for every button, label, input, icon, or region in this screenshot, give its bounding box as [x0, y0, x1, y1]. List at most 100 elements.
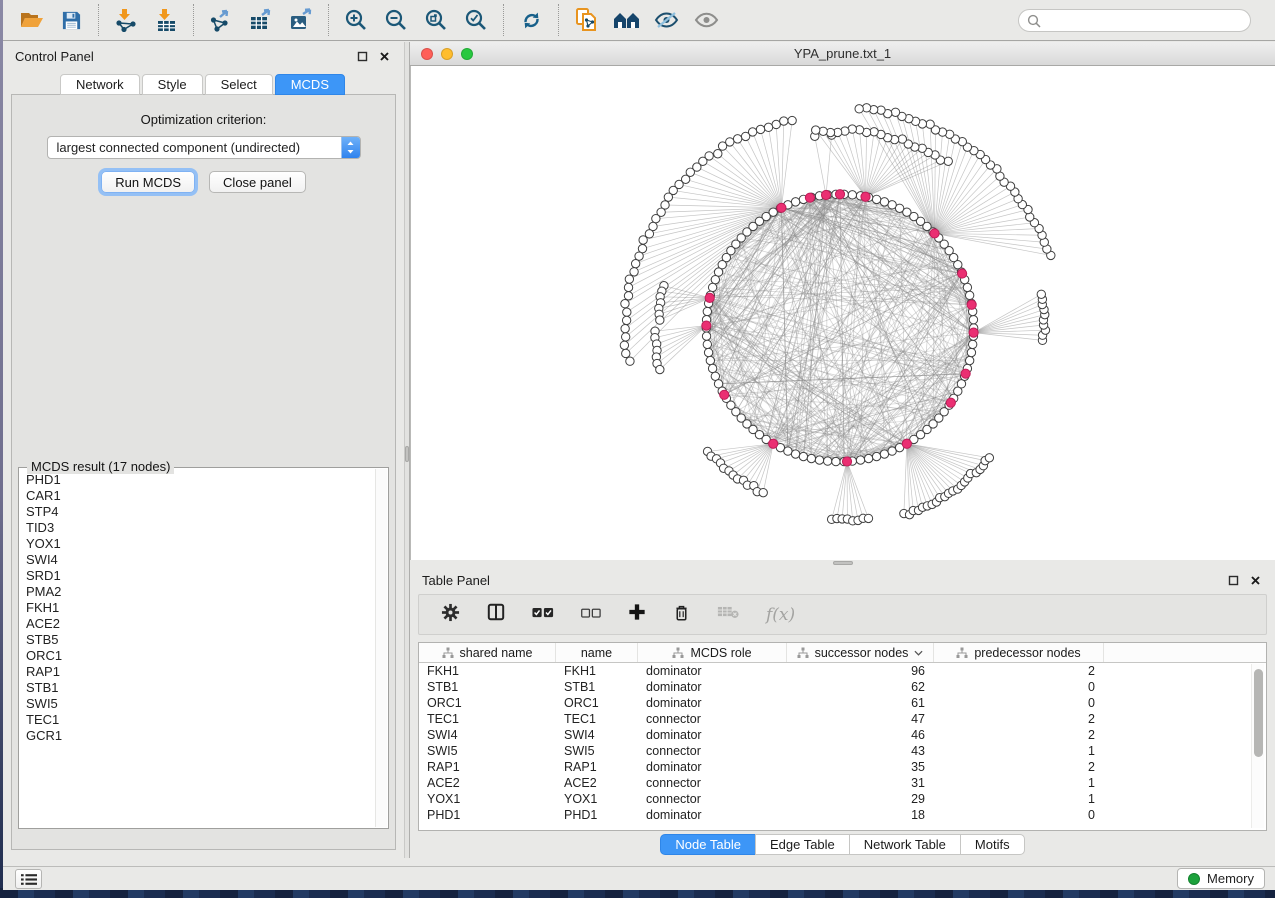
table-row[interactable]: FKH1FKH1dominator962 — [419, 663, 1266, 679]
table-cell: connector — [638, 792, 787, 806]
import-network-icon[interactable] — [106, 3, 146, 37]
list-item[interactable]: TEC1 — [26, 712, 375, 728]
import-table-icon[interactable] — [146, 3, 186, 37]
table-settings-icon[interactable] — [441, 603, 460, 627]
mcds-result-list[interactable]: PHD1CAR1STP4TID3YOX1SWI4SRD1PMA2FKH1ACE2… — [20, 472, 375, 827]
list-item[interactable]: STP4 — [26, 504, 375, 520]
list-item[interactable]: STB5 — [26, 632, 375, 648]
list-item[interactable]: YOX1 — [26, 536, 375, 552]
float-icon[interactable] — [1225, 572, 1241, 588]
refresh-icon[interactable] — [511, 3, 551, 37]
close-icon[interactable] — [1247, 572, 1263, 588]
list-item[interactable]: SRD1 — [26, 568, 375, 584]
tab-node-table[interactable]: Node Table — [660, 834, 756, 855]
tab-mcds[interactable]: MCDS — [275, 74, 345, 95]
memory-button[interactable]: Memory — [1177, 868, 1265, 889]
table-cell: YOX1 — [419, 792, 556, 806]
table-row[interactable]: RAP1RAP1dominator352 — [419, 759, 1266, 775]
table-cell: YOX1 — [556, 792, 638, 806]
list-item[interactable]: PMA2 — [26, 584, 375, 600]
table-cell: SWI4 — [419, 728, 556, 742]
list-item[interactable]: STB1 — [26, 680, 375, 696]
first-neighbors-icon[interactable] — [606, 3, 646, 37]
table-cell: 62 — [787, 680, 934, 694]
mcds-list-scrollbar[interactable] — [375, 469, 387, 827]
table-row[interactable]: TEC1TEC1connector472 — [419, 711, 1266, 727]
zoom-fit-icon[interactable] — [416, 3, 456, 37]
table-scrollbar-thumb[interactable] — [1254, 669, 1263, 757]
table-scrollbar[interactable] — [1251, 664, 1264, 828]
network-canvas[interactable] — [410, 66, 1275, 560]
float-icon[interactable] — [354, 48, 370, 64]
table-cell: dominator — [638, 664, 787, 678]
search-input[interactable] — [1041, 12, 1250, 30]
criterion-dropdown[interactable]: largest connected component (undirected) — [47, 136, 361, 159]
table-cell: 1 — [934, 744, 1104, 758]
table-row[interactable]: SWI5SWI5connector431 — [419, 743, 1266, 759]
task-history-button[interactable] — [15, 869, 42, 889]
column-header-predecessor-nodes[interactable]: predecessor nodes — [934, 643, 1104, 662]
tab-network[interactable]: Network — [60, 74, 140, 95]
list-item[interactable]: CAR1 — [26, 488, 375, 504]
list-item[interactable]: GCR1 — [26, 728, 375, 744]
table-row[interactable]: PHD1PHD1dominator180 — [419, 807, 1266, 823]
table-row[interactable]: ORC1ORC1dominator610 — [419, 695, 1266, 711]
network-window: YPA_prune.txt_1 — [410, 42, 1275, 560]
open-icon[interactable] — [11, 3, 51, 37]
list-item[interactable]: ORC1 — [26, 648, 375, 664]
table-cell: 0 — [934, 696, 1104, 710]
table-row[interactable]: YOX1YOX1connector291 — [419, 791, 1266, 807]
table-row[interactable]: STB1STB1dominator620 — [419, 679, 1266, 695]
table-cell: 2 — [934, 728, 1104, 742]
list-item[interactable]: SWI4 — [26, 552, 375, 568]
list-item[interactable]: TID3 — [26, 520, 375, 536]
export-network-icon[interactable] — [201, 3, 241, 37]
table-cell: dominator — [638, 680, 787, 694]
select-all-icon[interactable] — [532, 606, 554, 624]
network-titlebar[interactable]: YPA_prune.txt_1 — [410, 42, 1275, 66]
add-column-icon[interactable] — [628, 603, 646, 626]
column-header-name[interactable]: name — [556, 643, 638, 662]
show-columns-icon[interactable] — [487, 603, 505, 626]
close-icon[interactable] — [376, 48, 392, 64]
table-cell: dominator — [638, 760, 787, 774]
zoom-in-icon[interactable] — [336, 3, 376, 37]
tab-motifs[interactable]: Motifs — [960, 834, 1025, 855]
table-cell: SWI5 — [556, 744, 638, 758]
list-item[interactable]: FKH1 — [26, 600, 375, 616]
hide-selected-icon[interactable] — [646, 3, 686, 37]
show-all-icon[interactable] — [686, 3, 726, 37]
run-mcds-button[interactable]: Run MCDS — [101, 171, 195, 193]
list-item[interactable]: RAP1 — [26, 664, 375, 680]
minimize-traffic-light[interactable] — [441, 48, 453, 60]
export-table-icon[interactable] — [241, 3, 281, 37]
list-item[interactable]: PHD1 — [26, 472, 375, 488]
export-image-icon[interactable] — [281, 3, 321, 37]
table-cell: PHD1 — [556, 808, 638, 822]
deselect-all-icon[interactable] — [581, 606, 601, 624]
toolbar-separator — [328, 4, 329, 36]
column-header-mcds-role[interactable]: MCDS role — [638, 643, 787, 662]
column-header-shared-name[interactable]: shared name — [419, 643, 556, 662]
table-cell: RAP1 — [419, 760, 556, 774]
table-cell: ACE2 — [419, 776, 556, 790]
table-row[interactable]: SWI4SWI4dominator462 — [419, 727, 1266, 743]
list-item[interactable]: ACE2 — [26, 616, 375, 632]
save-icon[interactable] — [51, 3, 91, 37]
duplicate-network-icon[interactable] — [566, 3, 606, 37]
splitter-handle[interactable] — [833, 561, 853, 565]
zoom-out-icon[interactable] — [376, 3, 416, 37]
table-row[interactable]: ACE2ACE2connector311 — [419, 775, 1266, 791]
splitter-handle[interactable] — [405, 446, 409, 462]
close-panel-button[interactable]: Close panel — [209, 171, 306, 193]
close-traffic-light[interactable] — [421, 48, 433, 60]
zoom-traffic-light[interactable] — [461, 48, 473, 60]
tab-select[interactable]: Select — [205, 74, 273, 95]
list-item[interactable]: SWI5 — [26, 696, 375, 712]
delete-column-icon[interactable] — [673, 603, 690, 627]
tab-edge-table[interactable]: Edge Table — [755, 834, 850, 855]
column-header-successor-nodes[interactable]: successor nodes — [787, 643, 934, 662]
tab-network-table[interactable]: Network Table — [849, 834, 961, 855]
zoom-selected-icon[interactable] — [456, 3, 496, 37]
tab-style[interactable]: Style — [142, 74, 203, 95]
